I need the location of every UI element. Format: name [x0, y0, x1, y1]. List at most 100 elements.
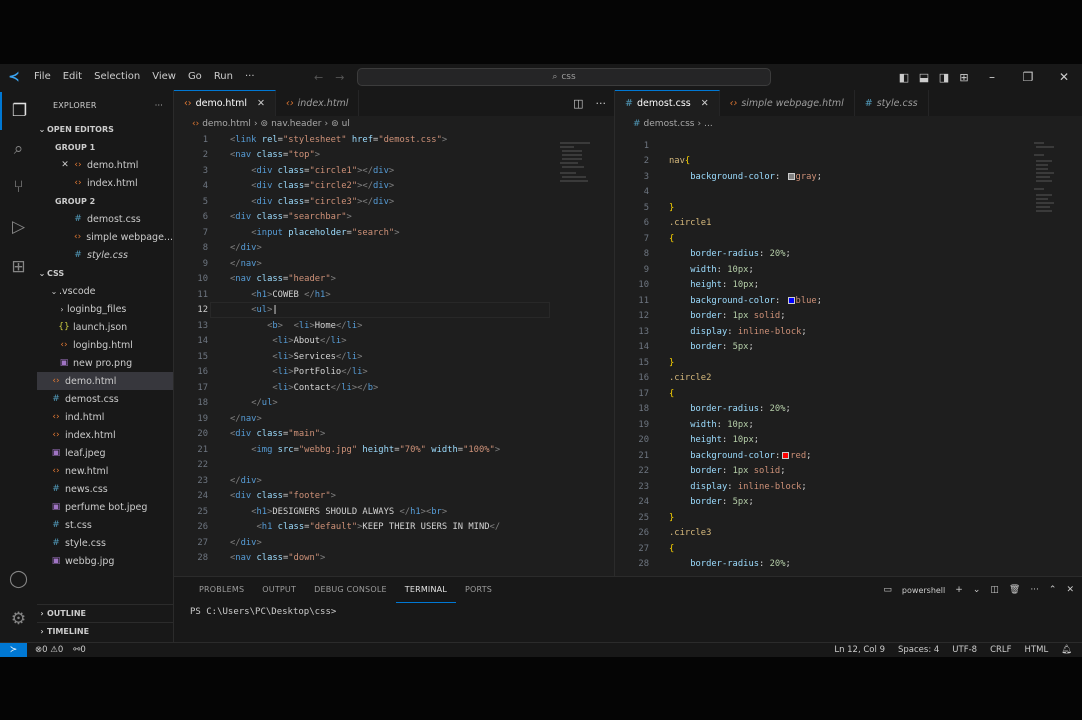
breadcrumb-file[interactable]: demost.css: [644, 119, 695, 129]
tab-style-css[interactable]: # style.css: [855, 90, 929, 116]
close-icon[interactable]: ✕: [59, 160, 71, 170]
account-icon[interactable]: ◯: [0, 560, 37, 598]
tab-demost-css[interactable]: # demost.css ✕: [615, 90, 720, 116]
encoding[interactable]: UTF-8: [952, 645, 977, 655]
minimize-button[interactable]: –: [974, 64, 1010, 90]
open-editor-item[interactable]: ✕ ‹› demo.html: [37, 156, 173, 174]
breadcrumb-file[interactable]: demo.html: [202, 119, 251, 129]
menu-selection[interactable]: Selection: [88, 64, 146, 90]
split-terminal-icon[interactable]: ◫: [990, 585, 999, 595]
more-actions-icon[interactable]: ···: [596, 97, 607, 110]
menu-edit[interactable]: Edit: [57, 64, 88, 90]
color-swatch-blue[interactable]: [787, 296, 795, 304]
back-arrow-icon[interactable]: ←: [314, 71, 323, 84]
tab-terminal[interactable]: TERMINAL: [395, 578, 457, 603]
minimap-line: [1036, 206, 1050, 208]
folder-item[interactable]: ⌄ .vscode: [37, 282, 173, 300]
settings-gear-icon[interactable]: ⚙: [0, 600, 37, 638]
command-center-search[interactable]: ⌕ css: [357, 68, 771, 86]
tab-ports[interactable]: PORTS: [456, 578, 501, 602]
extensions-icon[interactable]: ⊞: [0, 248, 37, 286]
breadcrumb-ul[interactable]: ul: [342, 119, 350, 129]
ports-status[interactable]: ⚯0: [73, 645, 86, 655]
explorer-files-icon[interactable]: ❐: [0, 92, 37, 130]
new-terminal-icon[interactable]: +: [955, 585, 963, 595]
maximize-panel-icon[interactable]: ⌃: [1049, 585, 1057, 595]
breadcrumb-nav[interactable]: nav.header: [271, 119, 321, 129]
code-line: 9 </nav>: [202, 258, 262, 269]
tab-demo-html[interactable]: ‹› demo.html ✕: [174, 90, 277, 116]
file-item[interactable]: {} launch.json: [37, 318, 173, 336]
color-swatch-gray[interactable]: [787, 172, 795, 180]
open-editors-group-2[interactable]: GROUP 2: [37, 192, 173, 210]
open-editors-group-1[interactable]: GROUP 1: [37, 138, 173, 156]
file-item[interactable]: # news.css: [37, 480, 173, 498]
minimap[interactable]: [554, 132, 614, 572]
breadcrumb-more[interactable]: ...: [704, 119, 713, 129]
file-item[interactable]: # demost.css: [37, 390, 173, 408]
open-editor-item[interactable]: # demost.css: [37, 210, 173, 228]
file-item[interactable]: ▣ perfume bot.jpeg: [37, 498, 173, 516]
file-item[interactable]: ‹› new.html: [37, 462, 173, 480]
tab-problems[interactable]: PROBLEMS: [190, 578, 253, 602]
toggle-panel-icon[interactable]: ⬓: [914, 64, 934, 90]
close-window-button[interactable]: ✕: [1046, 64, 1082, 90]
toggle-primary-sidebar-icon[interactable]: ◧: [894, 64, 914, 90]
file-item[interactable]: ▣ webbg.jpg: [37, 552, 173, 570]
tab-debug-console[interactable]: DEBUG CONSOLE: [305, 578, 396, 602]
open-editor-item[interactable]: # style.css: [37, 246, 173, 264]
open-editors-section[interactable]: ⌄ OPEN EDITORS: [37, 120, 173, 138]
customize-layout-icon[interactable]: ⊞: [954, 64, 974, 90]
indentation[interactable]: Spaces: 4: [898, 645, 939, 655]
open-editor-item[interactable]: ‹› index.html: [37, 174, 173, 192]
tab-simple-webpage-html[interactable]: ‹› simple webpage.html: [720, 90, 855, 116]
cursor-position[interactable]: Ln 12, Col 9: [834, 645, 885, 655]
shell-name[interactable]: powershell: [902, 586, 945, 595]
problems-status[interactable]: ⊗0 ⚠0: [35, 645, 63, 655]
open-editor-item[interactable]: ‹› simple webpage...: [37, 228, 173, 246]
menu-file[interactable]: File: [28, 64, 57, 90]
file-item[interactable]: ‹› index.html: [37, 426, 173, 444]
menu-go[interactable]: Go: [182, 64, 208, 90]
restore-button[interactable]: ❐: [1010, 64, 1046, 90]
line-endings[interactable]: CRLF: [990, 645, 1011, 655]
tab-output[interactable]: OUTPUT: [253, 578, 305, 602]
file-item[interactable]: ▣ leaf.jpeg: [37, 444, 173, 462]
tab-index-html[interactable]: ‹› index.html: [276, 90, 360, 116]
css-folder-section[interactable]: ⌄ CSS: [37, 264, 173, 282]
menu-more[interactable]: ···: [239, 64, 261, 90]
code-line: 7{: [643, 233, 675, 244]
toggle-secondary-sidebar-icon[interactable]: ◨: [934, 64, 954, 90]
file-item[interactable]: ▣ new pro.png: [37, 354, 173, 372]
outline-section[interactable]: › OUTLINE: [37, 604, 173, 622]
more-actions-icon[interactable]: ···: [1030, 585, 1039, 595]
breadcrumb-symbol-icon: ⊚: [260, 119, 269, 129]
terminal-output[interactable]: PS C:\Users\PC\Desktop\css>: [174, 603, 1082, 621]
close-icon[interactable]: ✕: [701, 98, 709, 109]
file-item[interactable]: # st.css: [37, 516, 173, 534]
language-mode[interactable]: HTML: [1025, 645, 1049, 655]
menu-run[interactable]: Run: [208, 64, 239, 90]
file-item[interactable]: # style.css: [37, 534, 173, 552]
close-icon[interactable]: ✕: [257, 98, 265, 109]
code-line: 17{: [638, 388, 675, 399]
color-swatch-red[interactable]: [782, 451, 790, 459]
split-editor-icon[interactable]: ◫: [573, 97, 583, 110]
remote-indicator-icon[interactable]: ≻: [0, 642, 27, 657]
menu-view[interactable]: View: [146, 64, 182, 90]
notifications-bell-icon[interactable]: 🔔︎: [1061, 645, 1072, 655]
trash-icon[interactable]: 🗑: [1009, 585, 1020, 595]
more-actions-icon[interactable]: ···: [155, 101, 163, 110]
source-control-icon[interactable]: ⑂: [0, 168, 37, 206]
close-panel-icon[interactable]: ✕: [1066, 585, 1074, 595]
search-icon[interactable]: ⌕: [0, 130, 37, 168]
minimap[interactable]: [1028, 138, 1078, 578]
chevron-down-icon[interactable]: ⌄: [973, 585, 981, 595]
run-debug-icon[interactable]: ▷: [0, 208, 37, 246]
file-item[interactable]: ‹› ind.html: [37, 408, 173, 426]
file-item[interactable]: ‹› loginbg.html: [37, 336, 173, 354]
timeline-section[interactable]: › TIMELINE: [37, 622, 173, 640]
file-item-selected[interactable]: ‹› demo.html: [37, 372, 173, 390]
forward-arrow-icon[interactable]: →: [335, 71, 344, 84]
folder-item[interactable]: › loginbg_files: [37, 300, 173, 318]
